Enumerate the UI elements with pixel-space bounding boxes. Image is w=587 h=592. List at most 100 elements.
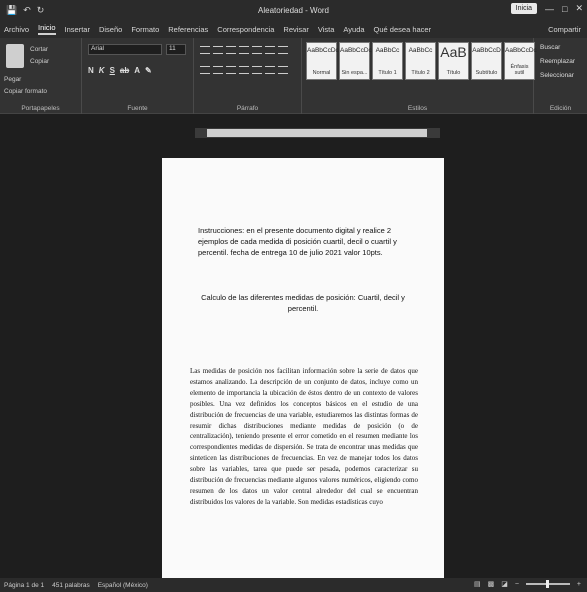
web-layout-icon[interactable]: ◪ xyxy=(501,580,508,588)
tab-revisar[interactable]: Revisar xyxy=(283,25,308,34)
clipboard-group-label: Portapapeles xyxy=(21,105,60,112)
paragraph-row-top xyxy=(200,46,288,54)
line-spacing-icon[interactable] xyxy=(252,66,262,74)
close-icon[interactable]: ✕ xyxy=(575,3,583,14)
style-sample: AaBbCc xyxy=(408,47,433,54)
font-name-select[interactable]: Arial xyxy=(88,44,162,55)
font-color-icon[interactable]: A xyxy=(134,66,140,75)
language-indicator[interactable]: Español (México) xyxy=(98,582,148,589)
font-group-label: Fuente xyxy=(127,105,148,112)
signin-button[interactable]: Inicia xyxy=(510,3,538,14)
copy-button[interactable]: Copiar xyxy=(30,58,49,65)
page-count[interactable]: Página 1 de 1 xyxy=(4,582,44,589)
style-sample: AaBbCcD xyxy=(472,47,501,54)
maximize-icon[interactable]: □ xyxy=(562,4,567,14)
tab-vista[interactable]: Vista xyxy=(318,25,335,34)
document-title: Aleatoriedad - Word xyxy=(258,6,329,15)
ruler-text-area xyxy=(207,129,427,137)
bold-icon[interactable]: N xyxy=(88,66,94,75)
style-name: Título 2 xyxy=(411,70,430,76)
status-left: Página 1 de 1 451 palabras Español (Méxi… xyxy=(0,582,148,589)
style-sample: AaBbCc xyxy=(375,47,400,54)
style-title[interactable]: AaB Título xyxy=(438,42,469,80)
status-right: ▤ ▩ ◪ − + xyxy=(474,580,581,588)
zoom-slider[interactable] xyxy=(525,580,570,588)
align-right-icon[interactable] xyxy=(226,66,236,74)
paragraph-row-bottom xyxy=(200,66,288,74)
word-count[interactable]: 451 palabras xyxy=(52,582,90,589)
multilevel-list-icon[interactable] xyxy=(226,46,236,54)
styles-group: AaBbCcDc Normal AaBbCcDc Sin espa... AaBbC… xyxy=(302,38,537,114)
body-paragraph[interactable]: Las medidas de posición nos facilitan in… xyxy=(190,366,418,508)
style-sample: AaB xyxy=(440,44,467,60)
tab-ayuda[interactable]: Ayuda xyxy=(343,25,364,34)
borders-icon[interactable] xyxy=(278,66,288,74)
tab-insertar[interactable]: Insertar xyxy=(65,25,90,34)
style-sample: AaBbCcDc xyxy=(340,47,372,54)
strikethrough-icon[interactable]: ab xyxy=(120,66,129,75)
format-painter-button[interactable]: Copiar formato xyxy=(4,88,47,95)
replace-button[interactable]: Reemplazar xyxy=(540,58,575,65)
document-page[interactable]: Instrucciones: en el presente documento … xyxy=(162,158,444,578)
font-size-select[interactable]: 11 xyxy=(166,44,186,55)
style-name: Sin espa... xyxy=(341,70,368,76)
tab-diseno[interactable]: Diseño xyxy=(99,25,122,34)
cut-button[interactable]: Cortar xyxy=(30,46,48,53)
read-mode-icon[interactable]: ▤ xyxy=(474,580,481,588)
style-heading-1[interactable]: AaBbCc Título 1 xyxy=(372,42,403,80)
tell-me-search[interactable]: Qué desea hacer xyxy=(374,25,432,34)
tab-inicio[interactable]: Inicio xyxy=(38,23,56,35)
font-format-row: N K S ab A ✎ xyxy=(88,66,152,75)
shading-icon[interactable] xyxy=(265,66,275,74)
minimize-icon[interactable]: — xyxy=(545,4,554,14)
style-name: Título xyxy=(446,70,461,76)
align-left-icon[interactable] xyxy=(200,66,210,74)
style-no-spacing[interactable]: AaBbCcDc Sin espa... xyxy=(339,42,372,80)
paste-button[interactable]: Pegar xyxy=(4,76,21,83)
style-name: Énfasis sutil xyxy=(510,64,529,76)
style-normal[interactable]: AaBbCcDc Normal xyxy=(306,42,339,80)
justify-icon[interactable] xyxy=(239,66,249,74)
italic-icon[interactable]: K xyxy=(99,66,105,75)
instructions-paragraph[interactable]: Instrucciones: en el presente documento … xyxy=(198,225,420,258)
paragraph-group-label: Párrafo xyxy=(236,105,259,112)
select-button[interactable]: Seleccionar xyxy=(540,72,574,79)
style-name: Normal xyxy=(312,70,331,76)
styles-gallery: AaBbCcDc Normal AaBbCcDc Sin espa... AaBbC… xyxy=(306,42,537,80)
document-workspace[interactable]: Instrucciones: en el presente documento … xyxy=(0,114,587,578)
document-heading[interactable]: Calculo de las diferentes medidas de pos… xyxy=(192,292,414,314)
style-heading-2[interactable]: AaBbCc Título 2 xyxy=(405,42,436,80)
editing-group-label: Edición xyxy=(549,105,572,112)
styles-group-label: Estilos xyxy=(407,105,428,112)
highlight-icon[interactable]: ✎ xyxy=(145,66,152,75)
increase-indent-icon[interactable] xyxy=(252,46,262,54)
style-subtitle[interactable]: AaBbCcD Subtítulo xyxy=(471,42,502,80)
clipboard-group: Cortar Copiar Pegar Copiar formato Porta… xyxy=(0,38,82,114)
tab-correspondencia[interactable]: Correspondencia xyxy=(217,25,274,34)
share-button[interactable]: Compartir xyxy=(548,25,581,34)
title-bar: 💾 ↶ ↻ Aleatoriedad - Word Inicia — □ ✕ xyxy=(0,0,587,20)
ribbon-tabs: Archivo Inicio Insertar Diseño Formato R… xyxy=(0,20,587,38)
align-center-icon[interactable] xyxy=(213,66,223,74)
tab-archivo[interactable]: Archivo xyxy=(4,25,29,34)
style-sample: AaBbCcDc xyxy=(505,47,537,54)
style-name: Título 1 xyxy=(378,70,397,76)
tab-formato[interactable]: Formato xyxy=(131,25,159,34)
show-marks-icon[interactable] xyxy=(278,46,288,54)
bullets-icon[interactable] xyxy=(200,46,210,54)
sort-icon[interactable] xyxy=(265,46,275,54)
tab-referencias[interactable]: Referencias xyxy=(168,25,208,34)
zoom-thumb[interactable] xyxy=(545,580,549,588)
paste-icon[interactable] xyxy=(6,44,24,68)
find-button[interactable]: Buscar xyxy=(540,44,560,51)
print-layout-icon[interactable]: ▩ xyxy=(488,580,495,588)
zoom-in-icon[interactable]: + xyxy=(577,581,581,588)
window-controls: Inicia — □ ✕ xyxy=(510,3,583,14)
style-subtle-emphasis[interactable]: AaBbCcDc Énfasis sutil xyxy=(504,42,537,80)
status-bar: Página 1 de 1 451 palabras Español (Méxi… xyxy=(0,578,587,592)
zoom-out-icon[interactable]: − xyxy=(515,581,519,588)
numbering-icon[interactable] xyxy=(213,46,223,54)
decrease-indent-icon[interactable] xyxy=(239,46,249,54)
underline-icon[interactable]: S xyxy=(110,66,115,75)
horizontal-ruler[interactable] xyxy=(195,128,440,138)
